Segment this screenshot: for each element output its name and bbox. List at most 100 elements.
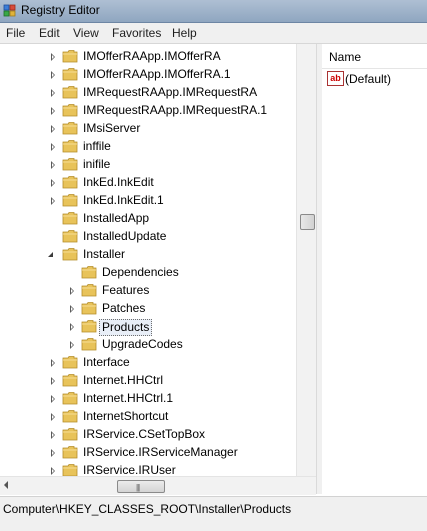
folder-icon — [62, 446, 78, 459]
tree-item-label: IMsiServer — [83, 121, 141, 135]
expand-arrow-icon[interactable] — [51, 431, 55, 439]
tree-item[interactable]: Interface — [0, 354, 296, 372]
values-list[interactable]: Name ab (Default) — [322, 44, 427, 494]
tree-horizontal-scrollbar[interactable]: ||| — [0, 476, 316, 495]
tree-item-label: Patches — [102, 301, 146, 315]
expand-arrow-icon[interactable] — [70, 305, 74, 313]
folder-icon — [62, 356, 78, 369]
expand-arrow-icon[interactable] — [51, 143, 55, 151]
tree-item[interactable]: Products — [0, 318, 296, 336]
expand-arrow-icon[interactable] — [70, 323, 74, 331]
folder-icon — [62, 122, 78, 135]
expand-arrow-icon[interactable] — [70, 287, 74, 295]
tree-item[interactable]: IRService.IRServiceManager — [0, 444, 296, 462]
expand-arrow-icon[interactable] — [51, 197, 55, 205]
tree-item[interactable]: Internet.HHCtrl — [0, 372, 296, 390]
tree-vertical-scrollbar[interactable] — [296, 44, 317, 476]
value-name: (Default) — [345, 72, 392, 86]
expand-arrow-icon[interactable] — [51, 413, 55, 421]
expand-arrow-icon[interactable] — [51, 89, 55, 97]
tree-item[interactable]: InkEd.InkEdit — [0, 174, 296, 192]
tree-item-label: IRService.CSetTopBox — [83, 427, 206, 441]
key-tree[interactable]: IMOfferRAApp.IMOfferRA IMOfferRAApp.IMOff… — [0, 44, 316, 494]
menu-view[interactable]: View — [73, 26, 99, 40]
tree-item[interactable]: IRService.CSetTopBox — [0, 426, 296, 444]
folder-icon — [81, 266, 97, 279]
column-header-label: Name — [329, 50, 362, 64]
tree-item[interactable]: Patches — [0, 300, 296, 318]
tree-item-label: IMRequestRAApp.IMRequestRA.1 — [83, 103, 268, 117]
tree-item-label: InkEd.InkEdit — [83, 175, 154, 189]
tree-item[interactable]: Internet.HHCtrl.1 — [0, 390, 296, 408]
folder-icon — [81, 302, 97, 315]
folder-icon — [62, 140, 78, 153]
status-bar: Computer\HKEY_CLASSES_ROOT\Installer\Pro… — [0, 496, 427, 531]
expand-arrow-icon[interactable] — [51, 179, 55, 187]
expand-arrow-icon[interactable] — [51, 161, 55, 169]
tree-item-label: InkEd.InkEdit.1 — [83, 193, 164, 207]
column-header-name[interactable]: Name — [322, 44, 427, 69]
expand-arrow-icon[interactable] — [51, 449, 55, 457]
tree-item[interactable]: InternetShortcut — [0, 408, 296, 426]
folder-icon — [62, 230, 78, 243]
string-value-icon: ab — [327, 71, 344, 86]
tree-item-label: Features — [102, 283, 150, 297]
tree-item[interactable]: inifile — [0, 156, 296, 174]
tree-vertical-scroll-thumb[interactable] — [300, 214, 315, 230]
tree-item-label: IMRequestRAApp.IMRequestRA — [83, 85, 258, 99]
tree-item[interactable]: Dependencies — [0, 264, 296, 282]
folder-icon — [62, 392, 78, 405]
tree-item-label: InstalledApp — [83, 211, 150, 225]
expand-arrow-icon[interactable] — [51, 395, 55, 403]
menu-edit[interactable]: Edit — [39, 26, 60, 40]
tree-item[interactable]: IMOfferRAApp.IMOfferRA — [0, 48, 296, 66]
folder-icon — [62, 410, 78, 423]
expand-arrow-icon[interactable] — [51, 125, 55, 133]
tree-item[interactable]: inffile — [0, 138, 296, 156]
tree-item[interactable]: IMOfferRAApp.IMOfferRA.1 — [0, 66, 296, 84]
tree-item-label: Installer — [83, 247, 126, 261]
tree-item[interactable]: IMRequestRAApp.IMRequestRA — [0, 84, 296, 102]
tree-horizontal-scroll-thumb[interactable]: ||| — [117, 480, 165, 493]
window-title: Registry Editor — [21, 3, 100, 17]
tree-item-label: Internet.HHCtrl — [83, 373, 164, 387]
tree-item[interactable]: UpgradeCodes — [0, 336, 296, 354]
expand-arrow-icon[interactable] — [70, 341, 74, 349]
tree-item[interactable]: InstalledApp — [0, 210, 296, 228]
menu-help[interactable]: Help — [172, 26, 197, 40]
expand-arrow-icon[interactable] — [51, 53, 55, 61]
tree-item-label: Dependencies — [102, 265, 179, 279]
tree-item[interactable]: IMsiServer — [0, 120, 296, 138]
expand-arrow-icon[interactable] — [51, 71, 55, 79]
menu-file[interactable]: File — [6, 26, 25, 40]
tree-item[interactable]: InkEd.InkEdit.1 — [0, 192, 296, 210]
tree-item[interactable]: InstalledUpdate — [0, 228, 296, 246]
menu-favorites[interactable]: Favorites — [112, 26, 161, 40]
tree-item[interactable]: IMRequestRAApp.IMRequestRA.1 — [0, 102, 296, 120]
folder-icon — [62, 176, 78, 189]
tree-item[interactable]: Installer — [0, 246, 296, 264]
expand-arrow-icon[interactable] — [51, 359, 55, 367]
collapse-arrow-icon[interactable] — [48, 252, 53, 257]
registry-editor-icon — [3, 4, 16, 17]
tree-item-label: InstalledUpdate — [83, 229, 167, 243]
expand-arrow-icon[interactable] — [51, 377, 55, 385]
status-path: Computer\HKEY_CLASSES_ROOT\Installer\Pro… — [3, 502, 292, 516]
tree-item-label: IRService.IRServiceManager — [83, 445, 238, 459]
folder-icon — [62, 104, 78, 117]
tree-item-label: Interface — [83, 355, 130, 369]
tree-item[interactable]: Features — [0, 282, 296, 300]
folder-icon — [62, 194, 78, 207]
folder-icon — [62, 68, 78, 81]
folder-icon — [62, 248, 78, 261]
scroll-left-arrow-icon[interactable] — [4, 481, 8, 489]
tree-item-label: IMOfferRAApp.IMOfferRA.1 — [83, 67, 231, 81]
folder-icon — [81, 284, 97, 297]
title-bar[interactable]: Registry Editor — [0, 0, 427, 23]
expand-arrow-icon[interactable] — [51, 467, 55, 475]
expand-arrow-icon[interactable] — [51, 107, 55, 115]
tree-item-label: UpgradeCodes — [102, 337, 183, 351]
grip-icon: ||| — [136, 483, 140, 492]
tree-item-label: Products — [99, 319, 153, 336]
value-row[interactable]: ab (Default) — [322, 70, 427, 88]
